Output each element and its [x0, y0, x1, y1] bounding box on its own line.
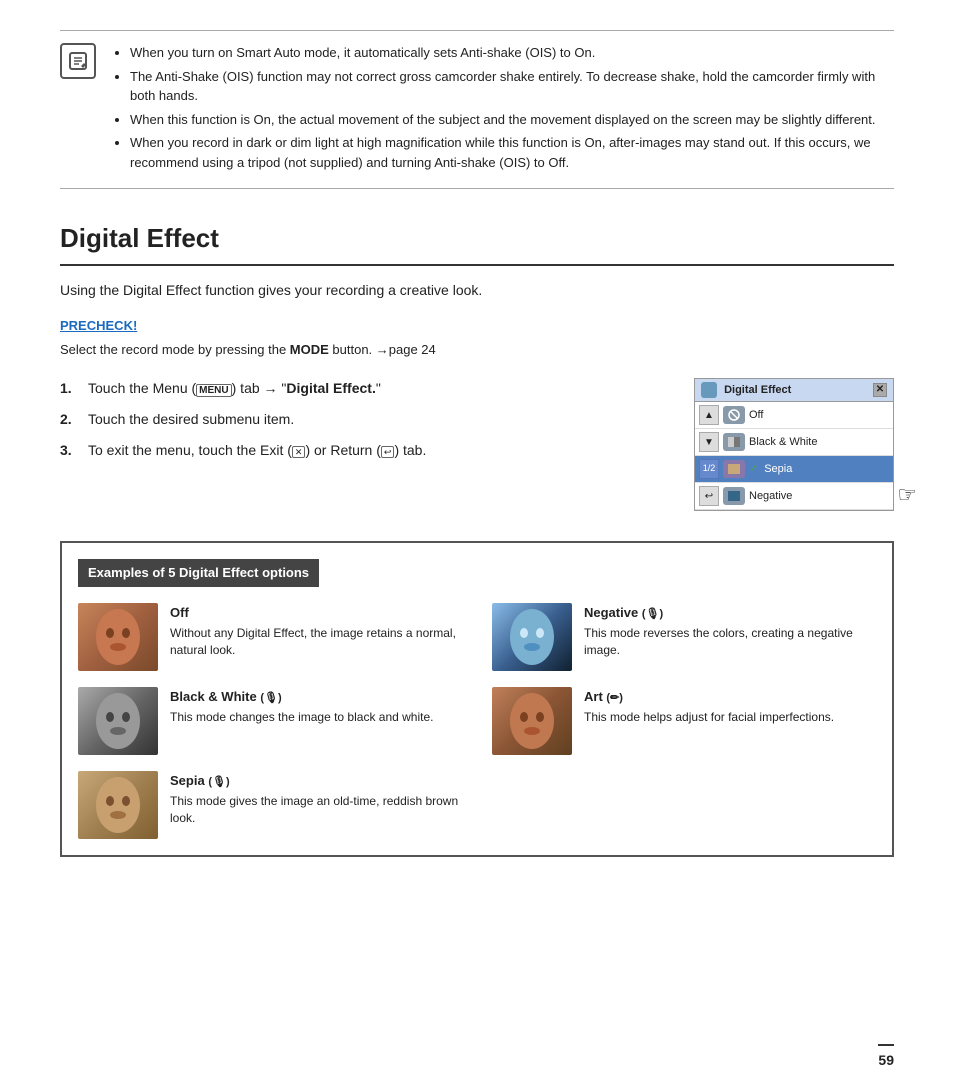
effect-item-art: Art (✏) This mode helps adjust for facia… — [492, 687, 876, 755]
effect-thumb-off — [78, 603, 158, 671]
effect-info-negative: Negative (🎙) This mode reverses the colo… — [584, 603, 876, 659]
note-item: When you turn on Smart Auto mode, it aut… — [130, 43, 894, 63]
effect-desc-bw: This mode changes the image to black and… — [170, 709, 462, 726]
effect-name-art: Art (✏) — [584, 687, 876, 707]
effect-item-off: Off Without any Digital Effect, the imag… — [78, 603, 462, 671]
note-content: When you turn on Smart Auto mode, it aut… — [112, 43, 894, 176]
effect-info-art: Art (✏) This mode helps adjust for facia… — [584, 687, 876, 726]
cursor-hand-icon: ☞ — [897, 478, 917, 511]
panel-row-sepia[interactable]: 1/2 ✓ Sepia — [695, 456, 893, 483]
effect-info-bw: Black & White (🎙) This mode changes the … — [170, 687, 462, 726]
row-icon-off — [723, 406, 745, 424]
effect-desc-art: This mode helps adjust for facial imperf… — [584, 709, 876, 726]
section-description: Using the Digital Effect function gives … — [60, 280, 894, 301]
row-label-negative: Negative — [749, 488, 792, 505]
effect-item-negative: Negative (🎙) This mode reverses the colo… — [492, 603, 876, 671]
row-icon-sepia — [723, 460, 745, 478]
effect-name-bw: Black & White (🎙) — [170, 687, 462, 707]
nav-down-button[interactable]: ▼ — [699, 432, 719, 452]
page: When you turn on Smart Auto mode, it aut… — [0, 0, 954, 1091]
nav-fraction-button[interactable]: 1/2 — [699, 459, 719, 479]
row-icon-bw — [723, 433, 745, 451]
effect-desc-off: Without any Digital Effect, the image re… — [170, 625, 462, 659]
note-box: When you turn on Smart Auto mode, it aut… — [60, 30, 894, 189]
panel-row-negative[interactable]: ↩ Negative ☞ — [695, 483, 893, 510]
row-label-bw: Black & White — [749, 434, 817, 451]
note-item: The Anti-Shake (OIS) function may not co… — [130, 67, 894, 106]
steps-column: 1. Touch the Menu (MENU) tab → "Digital … — [60, 378, 664, 471]
note-item: When you record in dark or dim light at … — [130, 133, 894, 172]
note-item: When this function is On, the actual mov… — [130, 110, 894, 130]
steps-row: 1. Touch the Menu (MENU) tab → "Digital … — [60, 378, 894, 512]
effect-desc-negative: This mode reverses the colors, creating … — [584, 625, 876, 659]
effect-info-sepia: Sepia (🎙) This mode gives the image an o… — [170, 771, 462, 827]
step-1: 1. Touch the Menu (MENU) tab → "Digital … — [60, 378, 664, 399]
examples-grid: Off Without any Digital Effect, the imag… — [78, 603, 876, 839]
page-number: 59 — [878, 1044, 894, 1071]
nav-up-button[interactable]: ▲ — [699, 405, 719, 425]
row-label-off: Off — [749, 407, 763, 424]
step-number: 1. — [60, 378, 80, 399]
effect-desc-sepia: This mode gives the image an old-time, r… — [170, 793, 462, 827]
panel-row-bw[interactable]: ▼ Black & White — [695, 429, 893, 456]
precheck-line: Select the record mode by pressing the M… — [60, 340, 894, 360]
row-label-sepia: Sepia — [764, 461, 792, 478]
step-text: Touch the Menu (MENU) tab → "Digital Eff… — [88, 378, 381, 399]
panel-title: Digital Effect — [724, 384, 791, 396]
effect-name-sepia: Sepia (🎙) — [170, 771, 462, 791]
effect-thumb-negative — [492, 603, 572, 671]
ui-panel: Digital Effect ✕ ▲ Off ▼ Black & White — [694, 378, 894, 512]
effect-thumb-art — [492, 687, 572, 755]
step-text: To exit the menu, touch the Exit (✕) or … — [88, 440, 426, 461]
step-text: Touch the desired submenu item. — [88, 409, 294, 430]
examples-box: Examples of 5 Digital Effect options Off… — [60, 541, 894, 857]
row-check-sepia: ✓ — [749, 461, 758, 478]
effect-thumb-bw — [78, 687, 158, 755]
effect-name-off: Off — [170, 603, 462, 623]
effect-info-off: Off Without any Digital Effect, the imag… — [170, 603, 462, 659]
effect-name-negative: Negative (🎙) — [584, 603, 876, 623]
panel-icon — [701, 382, 717, 398]
examples-title: Examples of 5 Digital Effect options — [78, 559, 319, 587]
effect-thumb-sepia — [78, 771, 158, 839]
effect-item-sepia: Sepia (🎙) This mode gives the image an o… — [78, 771, 462, 839]
precheck-link[interactable]: PRECHECK! — [60, 318, 137, 333]
effect-item-bw: Black & White (🎙) This mode changes the … — [78, 687, 462, 755]
row-icon-negative — [723, 487, 745, 505]
ui-panel-header: Digital Effect ✕ — [695, 379, 893, 403]
step-3: 3. To exit the menu, touch the Exit (✕) … — [60, 440, 664, 461]
note-list: When you turn on Smart Auto mode, it aut… — [112, 43, 894, 172]
panel-close-button[interactable]: ✕ — [873, 383, 887, 397]
nav-return-button[interactable]: ↩ — [699, 486, 719, 506]
step-number: 2. — [60, 409, 80, 430]
note-icon — [60, 43, 96, 79]
panel-row-off[interactable]: ▲ Off — [695, 402, 893, 429]
step-2: 2. Touch the desired submenu item. — [60, 409, 664, 430]
step-number: 3. — [60, 440, 80, 461]
section-title: Digital Effect — [60, 219, 894, 266]
